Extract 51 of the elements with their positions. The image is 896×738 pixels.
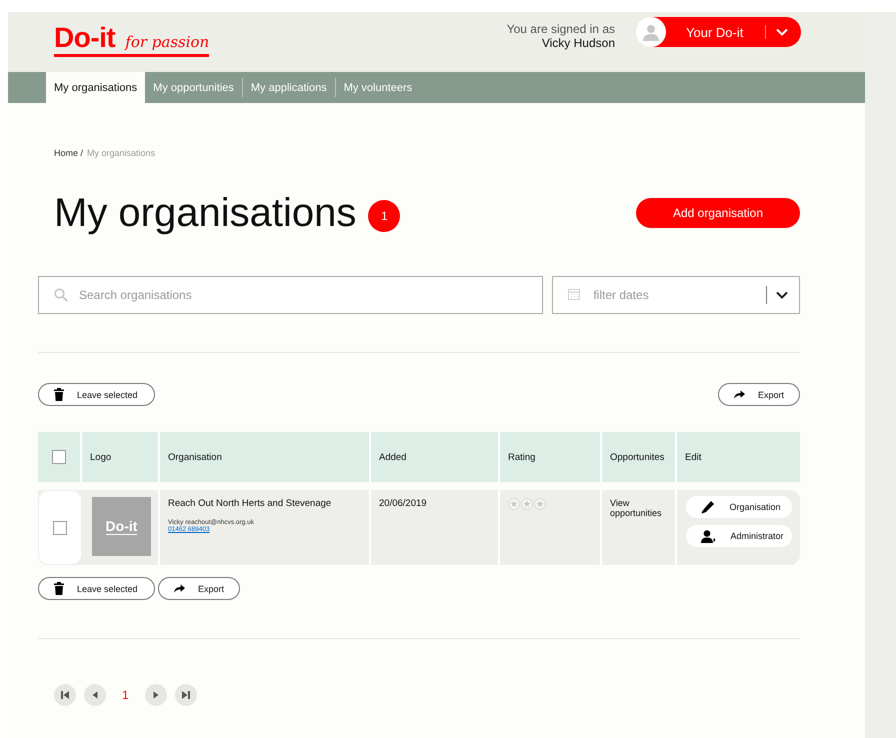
star-icon <box>521 498 533 510</box>
column-header: Added <box>379 452 406 462</box>
page-number[interactable]: 1 <box>114 688 137 702</box>
first-page-icon <box>60 690 70 700</box>
previous-page-button[interactable] <box>84 684 106 706</box>
last-page-button[interactable] <box>174 684 197 706</box>
share-arrow-icon <box>174 583 185 594</box>
column-header: Organisation <box>168 452 222 462</box>
organisation-logo: Do-it <box>92 497 151 556</box>
first-page-button[interactable] <box>54 684 76 706</box>
view-opportunities-link[interactable]: View opportunities <box>610 498 667 518</box>
next-page-icon <box>150 690 161 700</box>
search-field[interactable]: Search organisations <box>38 276 544 314</box>
export-button[interactable]: Export <box>718 383 800 406</box>
leave-selected-button[interactable]: Leave selected <box>38 577 155 600</box>
account-button[interactable]: Your Do-it <box>637 17 801 47</box>
pencil-icon <box>700 500 714 514</box>
leave-selected-button[interactable]: Leave selected <box>38 383 155 406</box>
star-icon <box>534 498 546 510</box>
column-header: Rating <box>508 452 536 462</box>
trash-icon <box>54 388 64 401</box>
count-badge: 1 <box>368 200 400 232</box>
share-arrow-icon <box>734 389 745 400</box>
last-page-icon <box>180 690 191 700</box>
column-header: Edit <box>685 452 702 462</box>
add-organisation-button[interactable]: Add organisation <box>636 198 800 228</box>
breadcrumb-link[interactable]: Home / <box>54 148 84 158</box>
user-icon <box>700 530 714 542</box>
edit-organisation-button[interactable]: Organisation <box>686 496 792 518</box>
user-silhouette-icon <box>642 23 660 41</box>
signed-in-label: You are signed in as <box>506 22 615 36</box>
search-icon <box>54 288 68 302</box>
export-button[interactable]: Export <box>158 577 240 600</box>
page-title: My organisations <box>54 190 356 237</box>
chevron-down-icon <box>776 291 788 299</box>
user-name: Vicky Hudson <box>542 36 615 50</box>
previous-page-icon <box>90 690 100 700</box>
nav-tab[interactable]: My organisations <box>46 72 146 103</box>
date-added: 20/06/2019 <box>379 498 427 509</box>
star-icon <box>508 498 520 510</box>
organisation-name: Reach Out North Herts and Stevenage <box>168 498 332 509</box>
column-header: Opportunites <box>610 452 664 462</box>
checkbox[interactable] <box>52 450 66 464</box>
checkbox[interactable] <box>53 520 67 534</box>
edit-administrator-button[interactable]: Administrator <box>686 525 792 547</box>
chevron-down-icon <box>776 28 788 36</box>
next-page-button[interactable] <box>144 684 167 706</box>
date-filter-field[interactable]: filter dates <box>552 276 800 314</box>
trash-icon <box>54 582 64 595</box>
column-header: Logo <box>90 452 112 462</box>
calendar-icon <box>568 288 580 300</box>
